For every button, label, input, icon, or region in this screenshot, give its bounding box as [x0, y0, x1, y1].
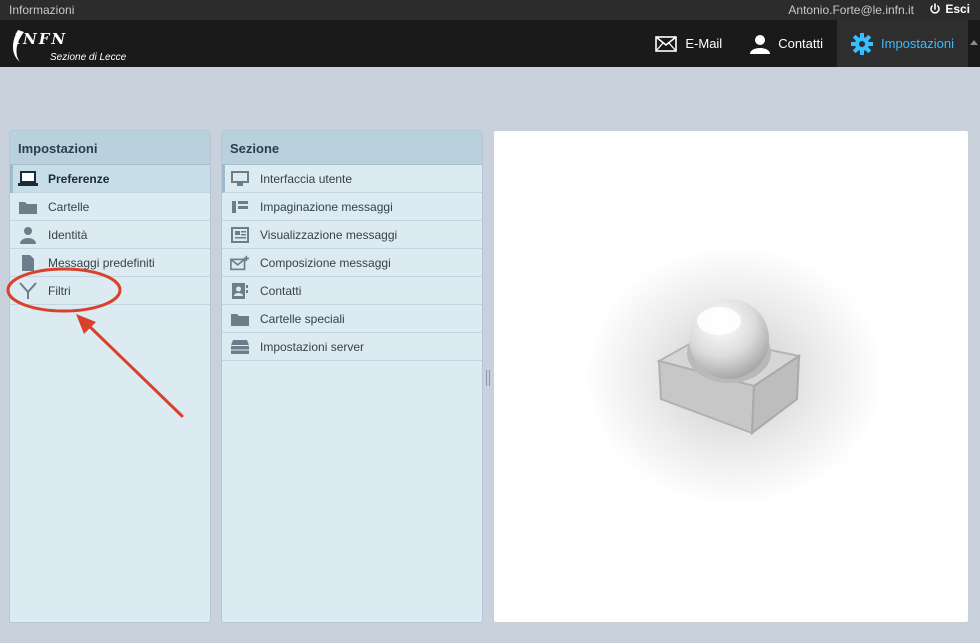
settings-item-label: Preferenze: [48, 171, 110, 186]
section-item-label: Interfaccia utente: [260, 171, 353, 186]
section-item-label: Composizione messaggi: [260, 255, 391, 270]
section-item-mailbox-view[interactable]: Impaginazione messaggi: [222, 193, 482, 221]
folder-icon: [230, 310, 250, 328]
filter-icon: [18, 281, 38, 300]
settings-panel-title: Impostazioni: [10, 131, 210, 165]
nav-contacts[interactable]: Contatti: [736, 20, 837, 67]
section-panel: Sezione Interfaccia utente Impaginazione…: [221, 130, 483, 623]
settings-item-preferences[interactable]: Preferenze: [10, 165, 210, 193]
compose-icon: [230, 254, 250, 272]
document-icon: [18, 254, 38, 272]
logout-label: Esci: [945, 2, 970, 16]
section-item-label: Contatti: [260, 283, 302, 298]
section-item-compose[interactable]: Composizione messaggi: [222, 249, 482, 277]
settings-item-responses[interactable]: Messaggi predefiniti: [10, 249, 210, 277]
logo-brand: INFN: [14, 30, 68, 48]
section-item-label: Impostazioni server: [260, 339, 365, 354]
section-item-user-interface[interactable]: Interfaccia utente: [222, 165, 482, 193]
nav-settings[interactable]: Impostazioni: [837, 20, 968, 67]
settings-item-label: Cartelle: [48, 199, 90, 214]
panel-splitter[interactable]: [486, 370, 490, 386]
person-icon: [18, 226, 38, 244]
message-view-icon: [230, 226, 250, 244]
section-item-message-view[interactable]: Visualizzazione messaggi: [222, 221, 482, 249]
layout-icon: [230, 198, 250, 216]
content-frame: [493, 130, 969, 623]
laptop-icon: [18, 170, 38, 188]
info-link[interactable]: Informazioni: [9, 3, 74, 17]
section-item-label: Impaginazione messaggi: [260, 199, 393, 214]
gear-icon: [851, 32, 874, 55]
settings-item-filters[interactable]: Filtri: [10, 277, 210, 305]
nav-contacts-label: Contatti: [778, 36, 824, 51]
settings-item-identities[interactable]: Identità: [10, 221, 210, 249]
folder-icon: [18, 198, 38, 216]
settings-item-label: Filtri: [48, 283, 71, 298]
logout-button[interactable]: Esci: [929, 2, 970, 16]
roundcube-watermark: [584, 246, 884, 506]
nav-email[interactable]: E-Mail: [641, 20, 736, 67]
settings-item-label: Messaggi predefiniti: [48, 255, 155, 270]
settings-item-folders[interactable]: Cartelle: [10, 193, 210, 221]
nav-caret-icon[interactable]: [970, 40, 978, 45]
envelope-icon: [655, 35, 678, 52]
section-item-label: Visualizzazione messaggi: [260, 227, 398, 242]
username-label: Antonio.Forte@le.infn.it: [788, 3, 914, 17]
infn-logo: INFN Sezione di Lecce: [10, 24, 140, 64]
settings-item-label: Identità: [48, 227, 88, 242]
person-icon: [750, 34, 771, 54]
top-info-bar: Informazioni Antonio.Forte@le.infn.it Es…: [0, 0, 980, 20]
server-icon: [230, 338, 250, 356]
nav-settings-label: Impostazioni: [881, 36, 954, 51]
section-item-special-folders[interactable]: Cartelle speciali: [222, 305, 482, 333]
nav-email-label: E-Mail: [685, 36, 723, 51]
main-nav: E-Mail Contatti Impostazioni: [641, 20, 978, 67]
section-panel-title: Sezione: [222, 131, 482, 165]
section-item-server-settings[interactable]: Impostazioni server: [222, 333, 482, 361]
section-item-label: Cartelle speciali: [260, 311, 345, 326]
settings-panel: Impostazioni Preferenze Cartelle Identit…: [9, 130, 211, 623]
monitor-icon: [230, 170, 250, 188]
app-header: INFN Sezione di Lecce E-Mail Contatti Im…: [0, 20, 980, 67]
section-item-contacts[interactable]: Contatti: [222, 277, 482, 305]
contact-card-icon: [230, 282, 250, 300]
logo-subtitle: Sezione di Lecce: [50, 52, 127, 63]
power-icon: [930, 3, 941, 14]
